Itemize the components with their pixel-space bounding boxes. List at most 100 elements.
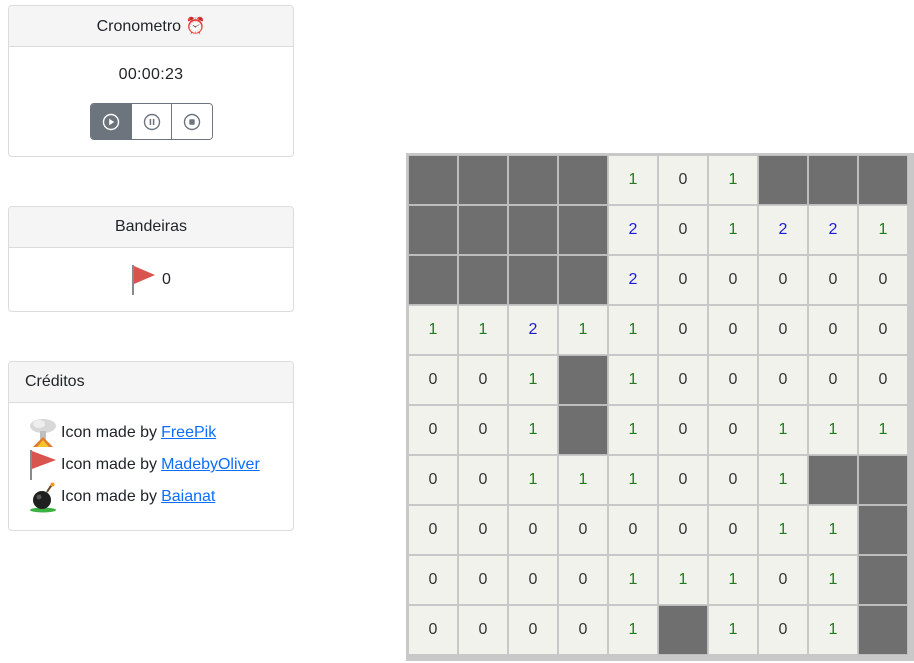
- revealed-cell[interactable]: 0: [558, 505, 608, 555]
- revealed-cell[interactable]: 0: [508, 555, 558, 605]
- hidden-cell[interactable]: [858, 555, 908, 605]
- revealed-cell[interactable]: 0: [708, 355, 758, 405]
- hidden-cell[interactable]: [858, 155, 908, 205]
- hidden-cell[interactable]: [858, 605, 908, 655]
- credit-link-freepik[interactable]: FreePik: [161, 424, 216, 442]
- hidden-cell[interactable]: [808, 155, 858, 205]
- revealed-cell[interactable]: 0: [708, 405, 758, 455]
- revealed-cell[interactable]: 2: [608, 255, 658, 305]
- hidden-cell[interactable]: [558, 205, 608, 255]
- revealed-cell[interactable]: 0: [408, 605, 458, 655]
- revealed-cell[interactable]: 1: [408, 305, 458, 355]
- revealed-cell[interactable]: 2: [608, 205, 658, 255]
- revealed-cell[interactable]: 1: [758, 455, 808, 505]
- revealed-cell[interactable]: 0: [658, 255, 708, 305]
- stop-button[interactable]: [172, 104, 212, 139]
- hidden-cell[interactable]: [858, 455, 908, 505]
- revealed-cell[interactable]: 1: [708, 605, 758, 655]
- revealed-cell[interactable]: 1: [858, 405, 908, 455]
- hidden-cell[interactable]: [508, 205, 558, 255]
- revealed-cell[interactable]: 0: [408, 505, 458, 555]
- hidden-cell[interactable]: [408, 205, 458, 255]
- revealed-cell[interactable]: 0: [808, 255, 858, 305]
- revealed-cell[interactable]: 0: [458, 355, 508, 405]
- revealed-cell[interactable]: 0: [408, 405, 458, 455]
- hidden-cell[interactable]: [408, 155, 458, 205]
- revealed-cell[interactable]: 0: [408, 355, 458, 405]
- revealed-cell[interactable]: 1: [508, 405, 558, 455]
- revealed-cell[interactable]: 1: [608, 605, 658, 655]
- revealed-cell[interactable]: 1: [608, 405, 658, 455]
- revealed-cell[interactable]: 1: [608, 355, 658, 405]
- revealed-cell[interactable]: 2: [808, 205, 858, 255]
- revealed-cell[interactable]: 1: [708, 155, 758, 205]
- revealed-cell[interactable]: 0: [708, 305, 758, 355]
- revealed-cell[interactable]: 1: [758, 505, 808, 555]
- revealed-cell[interactable]: 1: [808, 555, 858, 605]
- pause-button[interactable]: [131, 104, 173, 139]
- revealed-cell[interactable]: 1: [658, 555, 708, 605]
- revealed-cell[interactable]: 0: [808, 355, 858, 405]
- hidden-cell[interactable]: [558, 155, 608, 205]
- revealed-cell[interactable]: 0: [758, 355, 808, 405]
- hidden-cell[interactable]: [458, 205, 508, 255]
- revealed-cell[interactable]: 0: [658, 155, 708, 205]
- revealed-cell[interactable]: 0: [808, 305, 858, 355]
- hidden-cell[interactable]: [458, 155, 508, 205]
- revealed-cell[interactable]: 1: [608, 555, 658, 605]
- revealed-cell[interactable]: 0: [858, 305, 908, 355]
- revealed-cell[interactable]: 0: [558, 555, 608, 605]
- revealed-cell[interactable]: 0: [558, 605, 608, 655]
- revealed-cell[interactable]: 0: [658, 355, 708, 405]
- revealed-cell[interactable]: 0: [758, 305, 808, 355]
- revealed-cell[interactable]: 1: [608, 155, 658, 205]
- hidden-cell[interactable]: [558, 355, 608, 405]
- revealed-cell[interactable]: 2: [758, 205, 808, 255]
- revealed-cell[interactable]: 2: [508, 305, 558, 355]
- revealed-cell[interactable]: 1: [608, 455, 658, 505]
- hidden-cell[interactable]: [458, 255, 508, 305]
- revealed-cell[interactable]: 0: [458, 405, 508, 455]
- revealed-cell[interactable]: 0: [458, 505, 508, 555]
- revealed-cell[interactable]: 0: [608, 505, 658, 555]
- revealed-cell[interactable]: 0: [408, 455, 458, 505]
- revealed-cell[interactable]: 1: [758, 405, 808, 455]
- hidden-cell[interactable]: [508, 155, 558, 205]
- revealed-cell[interactable]: 1: [858, 205, 908, 255]
- revealed-cell[interactable]: 0: [408, 555, 458, 605]
- hidden-cell[interactable]: [558, 255, 608, 305]
- revealed-cell[interactable]: 0: [658, 455, 708, 505]
- credit-link-madebyoliver[interactable]: MadebyOliver: [161, 456, 260, 474]
- hidden-cell[interactable]: [658, 605, 708, 655]
- revealed-cell[interactable]: 0: [708, 505, 758, 555]
- revealed-cell[interactable]: 0: [758, 605, 808, 655]
- revealed-cell[interactable]: 1: [808, 405, 858, 455]
- revealed-cell[interactable]: 1: [508, 455, 558, 505]
- revealed-cell[interactable]: 0: [858, 255, 908, 305]
- revealed-cell[interactable]: 0: [708, 255, 758, 305]
- revealed-cell[interactable]: 0: [458, 605, 508, 655]
- hidden-cell[interactable]: [758, 155, 808, 205]
- revealed-cell[interactable]: 0: [758, 555, 808, 605]
- revealed-cell[interactable]: 0: [508, 605, 558, 655]
- credit-link-baianat[interactable]: Baianat: [161, 488, 215, 506]
- revealed-cell[interactable]: 1: [808, 505, 858, 555]
- revealed-cell[interactable]: 0: [758, 255, 808, 305]
- revealed-cell[interactable]: 1: [558, 455, 608, 505]
- hidden-cell[interactable]: [808, 455, 858, 505]
- revealed-cell[interactable]: 1: [458, 305, 508, 355]
- revealed-cell[interactable]: 0: [458, 555, 508, 605]
- revealed-cell[interactable]: 0: [658, 405, 708, 455]
- revealed-cell[interactable]: 1: [508, 355, 558, 405]
- revealed-cell[interactable]: 1: [708, 205, 758, 255]
- revealed-cell[interactable]: 1: [708, 555, 758, 605]
- hidden-cell[interactable]: [508, 255, 558, 305]
- hidden-cell[interactable]: [858, 505, 908, 555]
- revealed-cell[interactable]: 0: [458, 455, 508, 505]
- revealed-cell[interactable]: 0: [508, 505, 558, 555]
- revealed-cell[interactable]: 0: [858, 355, 908, 405]
- play-button[interactable]: [91, 104, 132, 139]
- revealed-cell[interactable]: 0: [658, 205, 708, 255]
- revealed-cell[interactable]: 0: [708, 455, 758, 505]
- revealed-cell[interactable]: 1: [558, 305, 608, 355]
